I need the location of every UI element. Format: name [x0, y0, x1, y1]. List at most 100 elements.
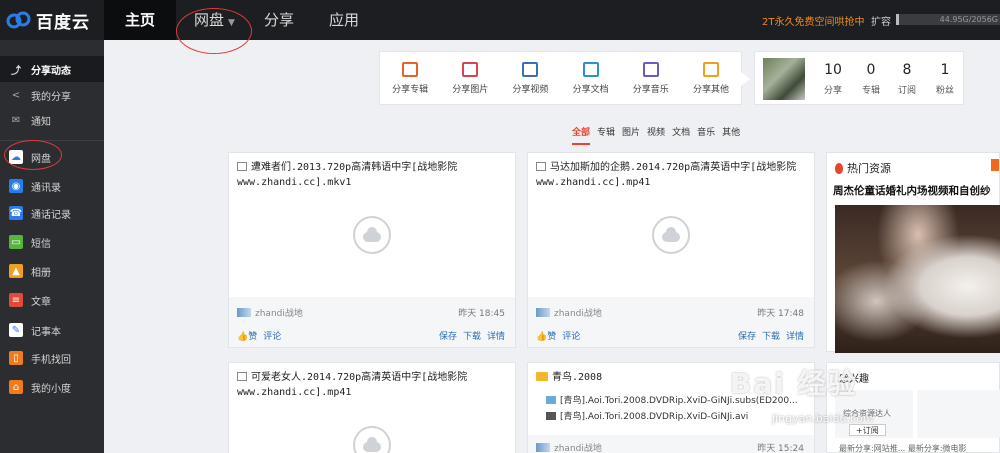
sidebar-item-articles[interactable]: ≡ 文章: [0, 287, 104, 313]
filter-document[interactable]: 文档: [672, 125, 690, 145]
watermark-url: jingyan.baidu.com: [772, 412, 874, 425]
share-video-label: 分享视频: [512, 84, 549, 95]
mail-icon: ✉: [11, 114, 21, 126]
sidebar-item-label: 通话记录: [31, 209, 71, 221]
card-title[interactable]: 遭难者们.2013.720p高清韩语中字[战地影院 www.zhandi.cc]…: [237, 160, 509, 190]
detail-button[interactable]: 详情: [786, 329, 804, 342]
expand-button[interactable]: 扩容: [871, 13, 891, 28]
nav-share[interactable]: 分享: [264, 0, 304, 40]
sidebar-item-notepad[interactable]: ✎ 记事本: [0, 317, 104, 343]
share-album-label: 分享专辑: [392, 84, 429, 95]
share-music-button[interactable]: 分享音乐: [621, 52, 681, 104]
thumbs-up-icon: 👍: [237, 332, 249, 342]
sidebar-item-notifications[interactable]: ✉ 通知: [0, 107, 104, 133]
logo[interactable]: 百度云: [6, 7, 90, 33]
hot-headline[interactable]: 周杰伦童话婚礼内场视频和自创纱: [833, 183, 991, 198]
share-image-button[interactable]: 分享图片: [440, 52, 500, 104]
stat-shares[interactable]: 10 分享: [815, 62, 851, 96]
card-user-name: zhandi战地: [554, 309, 602, 319]
card-user[interactable]: zhandi战地: [536, 306, 602, 319]
share-document-label: 分享文档: [572, 84, 609, 95]
pencil-icon: ✎: [9, 323, 23, 337]
share-album-button[interactable]: 分享专辑: [380, 52, 440, 104]
share-card[interactable]: 马达加斯加的企鹅.2014.720p高清英语中字[战地影院 www.zhandi…: [527, 152, 815, 348]
top-bar: 百度云 主页 网盘 ▼ 分享 应用 2T永久免费空间哄抢中 扩容 44.95G/2…: [0, 0, 1000, 40]
stat-fans[interactable]: 1 粉丝: [927, 62, 963, 96]
sidebar-item-label: 通知: [31, 116, 51, 128]
filter-all[interactable]: 全部: [572, 125, 591, 145]
detail-button[interactable]: 详情: [487, 329, 505, 342]
cloud-logo-icon: [6, 9, 32, 31]
filter-music[interactable]: 音乐: [697, 125, 715, 145]
sidebar-item-xiaodu[interactable]: ⌂ 我的小度: [0, 374, 104, 400]
like-button[interactable]: 👍赞: [536, 329, 556, 342]
card-user[interactable]: zhandi战地: [536, 441, 602, 453]
download-button[interactable]: 下载: [762, 329, 780, 342]
card-time: 昨天 17:48: [757, 309, 804, 319]
folder-file-row[interactable]: [青鸟].Aoi.Tori.2008.DVDRip.XviD-GiNJi.avi: [546, 409, 748, 422]
sidebar-item-label: 手机找回: [31, 354, 71, 366]
save-button[interactable]: 保存: [738, 329, 756, 342]
filter-image[interactable]: 图片: [622, 125, 640, 145]
trend-icon: ⤴: [11, 65, 21, 77]
card-social-actions: 👍赞 评论: [237, 329, 281, 342]
nav-home[interactable]: 主页: [104, 0, 176, 40]
nav-apps[interactable]: 应用: [329, 0, 369, 40]
hot-title: 热门资源: [835, 160, 891, 176]
share-document-button[interactable]: 分享文档: [561, 52, 621, 104]
sidebar-item-label: 记事本: [31, 326, 61, 338]
hot-resource-image[interactable]: [835, 205, 1000, 353]
nav-apps-label: 应用: [329, 11, 360, 29]
hot-badge: [991, 159, 999, 171]
share-card[interactable]: 可爱老女人.2014.720p高清英语中字[战地影院 www.zhandi.cc…: [228, 362, 516, 453]
filter-other[interactable]: 其他: [722, 125, 740, 145]
card-social-actions: 👍赞 评论: [536, 329, 580, 342]
stat-subscriptions[interactable]: 8 订阅: [889, 62, 925, 96]
card-user-name: zhandi战地: [554, 444, 602, 453]
sidebar-item-find-phone[interactable]: ▯ 手机找回: [0, 345, 104, 371]
card-user[interactable]: zhandi战地: [237, 306, 303, 319]
card-meta: zhandi战地 昨天 17:48 👍赞 评论 保存 下载 详情: [528, 297, 814, 347]
phone-find-icon: ▯: [9, 351, 23, 365]
thumbs-up-icon: 👍: [536, 332, 548, 342]
avatar[interactable]: [763, 58, 805, 100]
quota-bar: 44.95G/2056G: [896, 14, 1000, 25]
stat-label: 订阅: [897, 86, 916, 96]
document-icon: [582, 61, 599, 77]
profile-box: 10 分享 0 专辑 8 订阅 1 粉丝: [754, 51, 964, 105]
stat-number: 10: [824, 62, 842, 78]
stat-label: 粉丝: [935, 86, 954, 96]
card-meta: zhandi战地 昨天 15:24: [528, 435, 814, 453]
filter-album[interactable]: 专辑: [597, 125, 615, 145]
sidebar-item-label: 文章: [31, 296, 51, 308]
sidebar-item-contacts[interactable]: ◉ 通讯录: [0, 173, 104, 199]
comment-button[interactable]: 评论: [562, 329, 580, 342]
sidebar-item-album[interactable]: ▲ 相册: [0, 258, 104, 284]
contacts-icon: ◉: [9, 179, 23, 193]
nav-home-label: 主页: [124, 11, 155, 29]
recommend-footer[interactable]: 最新分享:网站推... 最新分享:微电影: [839, 443, 967, 453]
sidebar-item-sms[interactable]: ▭ 短信: [0, 229, 104, 255]
card-title[interactable]: 马达加斯加的企鹅.2014.720p高清英语中字[战地影院 www.zhandi…: [536, 160, 808, 190]
card-title[interactable]: 可爱老女人.2014.720p高清英语中字[战地影院 www.zhandi.cc…: [237, 370, 509, 400]
like-button[interactable]: 👍赞: [237, 329, 257, 342]
download-button[interactable]: 下载: [463, 329, 481, 342]
share-card[interactable]: 遭难者们.2013.720p高清韩语中字[战地影院 www.zhandi.cc]…: [228, 152, 516, 348]
promo-link[interactable]: 2T永久免费空间哄抢中: [762, 13, 864, 28]
filter-video[interactable]: 视频: [647, 125, 665, 145]
share-other-button[interactable]: 分享其他: [681, 52, 741, 104]
card-title-text: 可爱老女人.2014.720p高清英语中字[战地影院 www.zhandi.cc…: [237, 372, 468, 398]
share-video-button[interactable]: 分享视频: [500, 52, 560, 104]
save-button[interactable]: 保存: [439, 329, 457, 342]
card-time: 昨天 15:24: [757, 444, 804, 453]
share-other-label: 分享其他: [692, 84, 729, 95]
nav-share-label: 分享: [264, 11, 295, 29]
stat-albums[interactable]: 0 专辑: [853, 62, 889, 96]
sidebar-item-my-shares[interactable]: < 我的分享: [0, 82, 104, 108]
subtitle-file-icon: [546, 395, 556, 404]
sidebar-item-call-log[interactable]: ☎ 通话记录: [0, 200, 104, 226]
comment-button[interactable]: 评论: [263, 329, 281, 342]
phone-icon: ☎: [9, 206, 23, 220]
card-meta: zhandi战地 昨天 18:45 👍赞 评论 保存 下载 详情: [229, 297, 515, 347]
sidebar-item-share-feed[interactable]: ⤴ 分享动态: [0, 56, 104, 82]
